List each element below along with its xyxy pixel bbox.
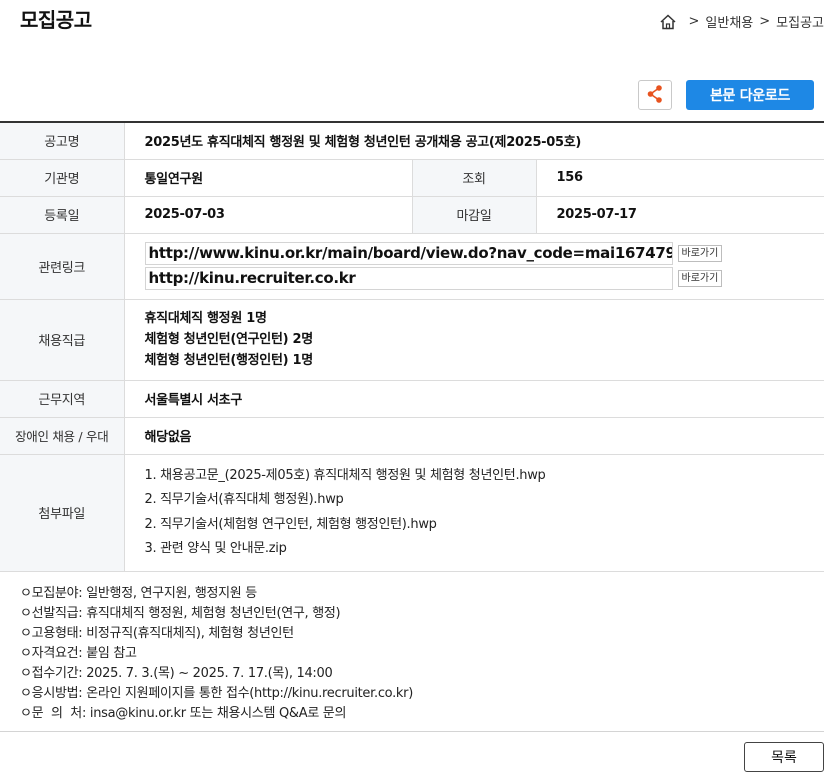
share-button[interactable]	[638, 80, 672, 110]
note-line: ㅇ자격요건: 붙임 참고	[20, 646, 137, 661]
breadcrumb: > 일반채용 > 모집공고	[659, 12, 824, 31]
go-link-button[interactable]: 바로가기	[677, 245, 723, 262]
list-button[interactable]: 목록	[744, 742, 824, 772]
label-links: 관련링크	[0, 233, 125, 300]
breadcrumb-separator: >	[759, 14, 771, 29]
home-icon[interactable]	[659, 13, 677, 31]
label-agency: 기관명	[0, 159, 125, 197]
table-row-agency: 기관명 통일연구원 조회 156	[0, 159, 824, 197]
position-item: 휴직대체직 행정원 1명	[144, 311, 267, 326]
table-row-location: 근무지역 서울특별시 서초구	[0, 380, 824, 418]
label-location: 근무지역	[0, 380, 125, 418]
note-line: ㅇ고용형태: 비정규직(휴직대체직), 체험형 청년인턴	[20, 626, 294, 641]
position-item: 체험형 청년인턴(연구인턴) 2명	[144, 332, 314, 347]
notice-title: 2025년도 휴직대체직 행정원 및 체험형 청년인턴 공개채용 공고(제202…	[124, 122, 824, 160]
deadline-date: 2025-07-17	[536, 196, 824, 234]
label-title: 공고명	[0, 122, 125, 160]
link-url-field[interactable]: http://www.kinu.or.kr/main/board/view.do…	[144, 242, 673, 265]
note-line: ㅇ접수기간: 2025. 7. 3.(목) ~ 2025. 7. 17.(목),…	[20, 666, 333, 681]
page-title: 모집공고	[20, 8, 92, 32]
label-views: 조회	[412, 159, 537, 197]
table-row-attachments: 첨부파일 1. 채용공고문_(2025-제05호) 휴직대체직 행정원 및 체험…	[0, 454, 824, 572]
label-attachments: 첨부파일	[0, 454, 125, 572]
share-icon	[646, 84, 664, 107]
agency-value: 통일연구원	[124, 159, 413, 197]
breadcrumb-item-notice[interactable]: 모집공고	[776, 12, 824, 31]
attachment-link[interactable]: 2. 직무기술서(휴직대체 행정원).hwp	[145, 488, 824, 513]
views-value: 156	[536, 159, 824, 197]
table-row-links: 관련링크 http://www.kinu.or.kr/main/board/vi…	[0, 233, 824, 300]
notice-body: ㅇ모집분야: 일반행정, 연구지원, 행정지원 등 ㅇ선발직급: 휴직대체직 행…	[20, 584, 413, 724]
label-positions: 채용직급	[0, 299, 125, 381]
label-deadline: 마감일	[412, 196, 537, 234]
table-row-disability: 장애인 채용 / 우대 해당없음	[0, 417, 824, 455]
note-line: ㅇ문 의 처: insa@kinu.or.kr 또는 채용시스템 Q&A로 문의	[20, 706, 347, 721]
disability-value: 해당없음	[124, 417, 824, 455]
registered-date: 2025-07-03	[124, 196, 413, 234]
link-row: http://www.kinu.or.kr/main/board/view.do…	[144, 242, 824, 265]
breadcrumb-separator: >	[688, 14, 700, 29]
attachment-link[interactable]: 1. 채용공고문_(2025-제05호) 휴직대체직 행정원 및 체험형 청년인…	[145, 464, 824, 489]
note-line: ㅇ모집분야: 일반행정, 연구지원, 행정지원 등	[20, 586, 257, 601]
divider	[0, 731, 824, 732]
table-row-dates: 등록일 2025-07-03 마감일 2025-07-17	[0, 196, 824, 234]
table-row-title: 공고명 2025년도 휴직대체직 행정원 및 체험형 청년인턴 공개채용 공고(…	[0, 122, 824, 160]
note-line: ㅇ응시방법: 온라인 지원페이지를 통한 접수(http://kinu.recr…	[20, 686, 413, 701]
link-url-field[interactable]: http://kinu.recruiter.co.kr	[144, 267, 673, 290]
label-registered: 등록일	[0, 196, 125, 234]
label-disability: 장애인 채용 / 우대	[0, 417, 125, 455]
download-button[interactable]: 본문 다운로드	[686, 80, 814, 110]
attachment-link[interactable]: 3. 관련 양식 및 안내문.zip	[145, 537, 824, 562]
position-item: 체험형 청년인턴(행정인턴) 1명	[144, 353, 314, 368]
go-link-button[interactable]: 바로가기	[677, 270, 723, 287]
link-row: http://kinu.recruiter.co.kr 바로가기	[144, 267, 824, 290]
notice-info-table: 공고명 2025년도 휴직대체직 행정원 및 체험형 청년인턴 공개채용 공고(…	[0, 121, 824, 572]
attachment-link[interactable]: 2. 직무기술서(체험형 연구인턴, 체험형 행정인턴).hwp	[145, 513, 824, 538]
location-value: 서울특별시 서초구	[124, 380, 824, 418]
note-line: ㅇ선발직급: 휴직대체직 행정원, 체험형 청년인턴(연구, 행정)	[20, 606, 341, 621]
table-row-positions: 채용직급 휴직대체직 행정원 1명 체험형 청년인턴(연구인턴) 2명 체험형 …	[0, 299, 824, 381]
breadcrumb-item-recruit[interactable]: 일반채용	[705, 12, 753, 31]
